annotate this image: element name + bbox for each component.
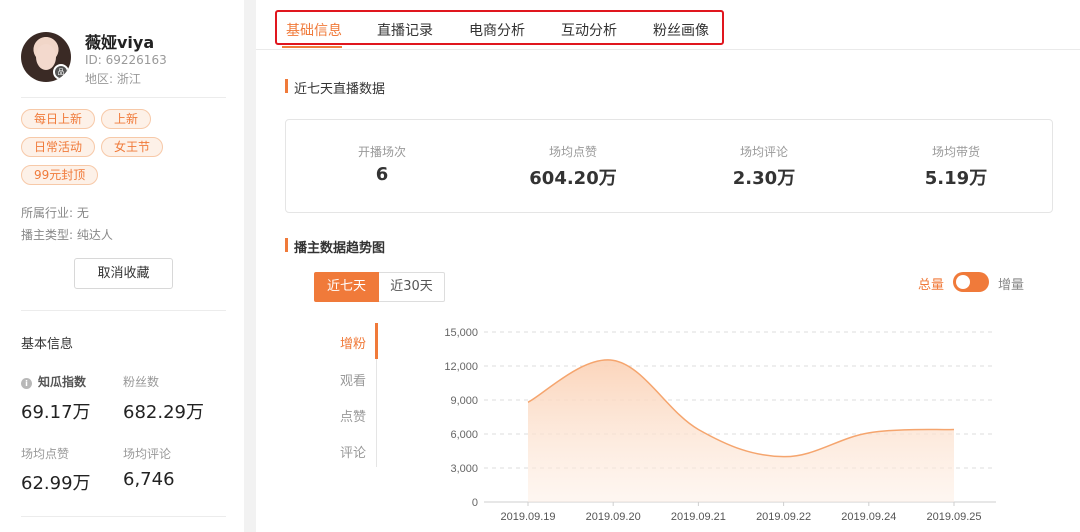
range-30days-button[interactable]: 近30天 <box>379 272 445 302</box>
summary-value: 6 <box>375 164 389 185</box>
metric-comments[interactable]: 评论 <box>331 442 375 461</box>
info-icon[interactable]: i <box>21 378 32 389</box>
toggle-total-label: 总量 <box>918 278 945 293</box>
metric-likes[interactable]: 点赞 <box>331 406 375 425</box>
summary-title: 近七天直播数据 <box>294 82 386 97</box>
summary-label: 场均评论 <box>739 145 788 159</box>
summary-value: 5.19万 <box>924 168 988 189</box>
range-7days-button[interactable]: 近七天 <box>314 272 379 302</box>
summary-label: 开播场次 <box>357 145 406 159</box>
data-point <box>867 431 871 435</box>
tab-basic-info[interactable]: 基础信息 <box>286 20 342 40</box>
summary-value: 2.30万 <box>732 168 796 189</box>
data-point <box>526 400 530 404</box>
y-tick-label: 0 <box>472 497 478 509</box>
stat-label-likes: 场均点赞 <box>21 447 70 461</box>
divider <box>21 97 226 98</box>
section-marker <box>285 79 288 93</box>
main-panel: 基础信息 直播记录 电商分析 互动分析 粉丝画像 近七天直播数据 开播场次 6 … <box>256 0 1080 532</box>
total-increment-toggle[interactable] <box>953 272 989 292</box>
y-tick-label: 15,000 <box>444 327 478 339</box>
stat-label-index: i 知瓜指数 <box>21 373 86 390</box>
summary-value: 604.20万 <box>529 168 617 189</box>
metric-views[interactable]: 观看 <box>331 370 375 389</box>
section-marker <box>285 238 288 252</box>
stat-value-index: 69.17万 <box>21 402 91 423</box>
x-tick-label: 2019.09.19 <box>500 511 555 523</box>
industry-text: 所属行业: 无 <box>21 206 89 220</box>
toggle-knob <box>956 275 970 289</box>
profile-panel: 品牌 薇娅viya ID: 69226163 地区: 浙江 每日上新 上新 日常… <box>0 0 244 532</box>
stat-label-fans: 粉丝数 <box>123 375 160 389</box>
data-point <box>952 427 956 431</box>
stat-value-comments: 6,746 <box>123 469 175 490</box>
divider <box>21 310 226 311</box>
tag[interactable]: 日常活动 <box>21 137 96 157</box>
y-tick-label: 9,000 <box>450 395 478 407</box>
tab-live-records[interactable]: 直播记录 <box>377 20 433 40</box>
y-tick-label: 6,000 <box>450 429 478 441</box>
divider <box>21 516 226 517</box>
active-tab-indicator <box>282 46 342 48</box>
tag[interactable]: 女王节 <box>101 137 164 157</box>
avatar-badge: 品牌 <box>53 64 69 82</box>
tab-interaction[interactable]: 互动分析 <box>561 20 617 40</box>
tag[interactable]: 99元封顶 <box>21 165 99 185</box>
data-point <box>782 455 786 459</box>
y-tick-label: 12,000 <box>444 361 478 373</box>
x-tick-label: 2019.09.20 <box>586 511 641 523</box>
basic-info-title: 基本信息 <box>21 337 74 352</box>
stat-value-fans: 682.29万 <box>123 402 204 423</box>
trend-chart: 0 3,000 6,000 9,000 12,000 15,000 2019.09.19 20… <box>444 327 996 523</box>
avatar: 品牌 <box>21 32 71 82</box>
tag[interactable]: 每日上新 <box>21 109 96 129</box>
tab-fans-profile[interactable]: 粉丝画像 <box>653 20 709 40</box>
stat-label-comments: 场均评论 <box>123 447 172 461</box>
summary-label: 场均带货 <box>931 145 980 159</box>
data-point <box>696 427 700 431</box>
tab-ecommerce[interactable]: 电商分析 <box>469 20 525 40</box>
x-tick-label: 2019.09.24 <box>841 511 896 523</box>
unfavorite-button[interactable]: 取消收藏 <box>74 258 173 289</box>
profile-name: 薇娅viya <box>85 33 155 52</box>
metric-fans-gain[interactable]: 增粉 <box>331 333 375 352</box>
metric-active-indicator <box>375 323 378 359</box>
profile-id: ID: 69226163 <box>85 53 167 67</box>
data-point <box>611 358 615 362</box>
toggle-increment-label: 增量 <box>998 278 1025 293</box>
tag[interactable]: 上新 <box>101 109 152 129</box>
stat-value-likes: 62.99万 <box>21 473 91 494</box>
x-tick-label: 2019.09.22 <box>756 511 811 523</box>
metric-nav: 增粉 观看 点赞 评论 <box>331 323 378 467</box>
tabs-divider <box>256 49 1080 50</box>
stat-label-text: 知瓜指数 <box>38 375 87 389</box>
profile-region: 地区: 浙江 <box>85 72 141 86</box>
anchor-type-text: 播主类型: 纯达人 <box>21 228 113 242</box>
summary-label: 场均点赞 <box>548 145 597 159</box>
x-tick-label: 2019.09.25 <box>926 511 981 523</box>
y-tick-label: 3,000 <box>450 463 478 475</box>
x-tick-label: 2019.09.21 <box>671 511 726 523</box>
trend-title: 播主数据趋势图 <box>294 241 386 256</box>
avatar-face <box>36 44 56 70</box>
